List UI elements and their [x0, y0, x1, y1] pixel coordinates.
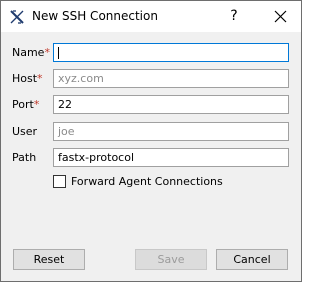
save-button[interactable]: Save: [135, 249, 207, 270]
required-marker: *: [33, 98, 40, 111]
host-input[interactable]: xyz.com: [53, 69, 289, 88]
forward-agent-label[interactable]: Forward Agent Connections: [71, 175, 223, 188]
port-label-text: Port: [12, 98, 34, 111]
close-button[interactable]: [261, 1, 301, 32]
name-label: Name*: [12, 46, 50, 59]
reset-button[interactable]: Reset: [13, 249, 85, 270]
host-placeholder: xyz.com: [58, 72, 104, 85]
user-label: User: [12, 125, 38, 138]
forward-agent-checkbox[interactable]: [53, 175, 66, 188]
dialog-title: New SSH Connection: [32, 9, 158, 23]
user-placeholder: joe: [58, 125, 75, 138]
name-input[interactable]: [53, 43, 289, 62]
name-label-text: Name: [12, 46, 45, 59]
cancel-button[interactable]: Cancel: [216, 249, 288, 270]
port-input[interactable]: 22: [53, 95, 289, 114]
fastx-logo-icon: [10, 10, 24, 24]
ssh-connection-dialog: New SSH Connection ? Name* Host* xyz.com…: [0, 0, 302, 282]
port-label: Port*: [12, 98, 39, 111]
host-label-text: Host: [12, 72, 38, 85]
host-label: Host*: [12, 72, 43, 85]
user-input[interactable]: joe: [53, 122, 289, 141]
path-input[interactable]: fastx-protocol: [53, 148, 289, 167]
path-value: fastx-protocol: [58, 151, 135, 164]
required-marker: *: [37, 72, 43, 85]
close-icon: [274, 10, 287, 23]
required-marker: *: [44, 46, 50, 59]
port-value: 22: [58, 98, 72, 111]
title-bar[interactable]: New SSH Connection ?: [1, 1, 301, 32]
text-caret: [58, 47, 59, 59]
path-label: Path: [12, 151, 37, 164]
help-button[interactable]: ?: [216, 1, 252, 32]
